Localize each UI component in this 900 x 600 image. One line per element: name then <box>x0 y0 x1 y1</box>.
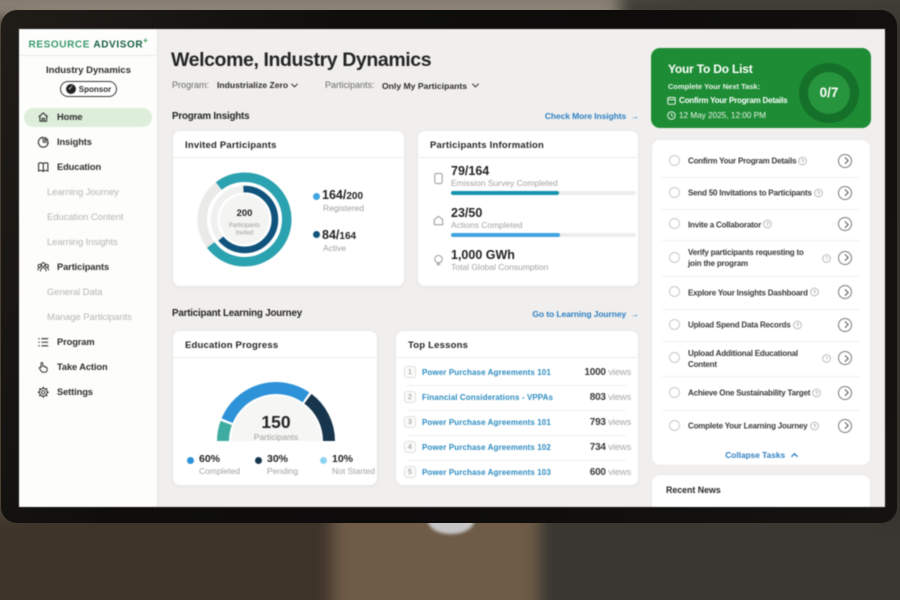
svg-text:?: ? <box>825 357 828 363</box>
svg-text:200: 200 <box>237 208 253 219</box>
svg-text:Invited: Invited <box>236 231 254 237</box>
svg-text:Participants: Participants <box>229 223 260 229</box>
svg-text:?: ? <box>825 256 828 262</box>
